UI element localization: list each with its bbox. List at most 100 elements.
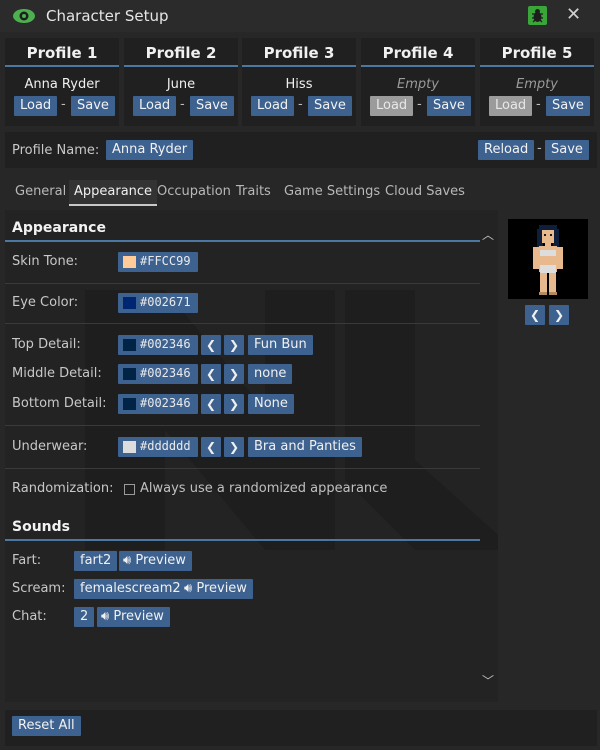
top-detail-hex: #002346: [140, 337, 191, 351]
middle-detail-color-button[interactable]: #002346: [118, 364, 198, 384]
bottom-detail-hex: #002346: [140, 396, 191, 410]
preview-label: Preview: [135, 553, 186, 568]
tab-traits[interactable]: Traits: [236, 180, 271, 206]
footer-bar: Reset All: [5, 710, 597, 746]
tab-occupation[interactable]: Occupation: [157, 180, 231, 206]
preview-label: Preview: [196, 581, 247, 596]
profile-title: Profile 5: [480, 38, 594, 67]
separator: -: [417, 97, 422, 112]
eye-color-hex: #002671: [140, 295, 191, 309]
profile-name: June: [166, 77, 196, 92]
profile-card-2: Profile 2 June Load - Save: [124, 38, 238, 126]
save-button[interactable]: Save: [190, 96, 234, 116]
appearance-panel: ︿ Appearance Skin Tone: #FFCC99 Eye Colo…: [5, 210, 498, 702]
skin-tone-color-button[interactable]: #FFCC99: [118, 252, 198, 272]
randomize-checkbox-label[interactable]: Always use a randomized appearance: [140, 481, 387, 496]
load-button[interactable]: Load: [14, 96, 58, 116]
profile-name-row: Profile Name: Anna Ryder Reload - Save: [5, 132, 597, 168]
divider: [5, 283, 480, 284]
tab-appearance[interactable]: Appearance: [69, 180, 158, 206]
scream-sound-select[interactable]: femalescream2: [74, 579, 187, 599]
chat-preview-button[interactable]: 🔊︎ Preview: [97, 607, 170, 627]
profile-name-field[interactable]: Anna Ryder: [106, 140, 194, 160]
chat-label: Chat:: [12, 609, 47, 624]
separator: -: [537, 141, 542, 156]
fart-sound-select[interactable]: fart2: [74, 551, 118, 571]
load-button-disabled: Load: [489, 96, 533, 116]
chevron-right-icon[interactable]: ❯: [224, 364, 244, 384]
eye-color-button[interactable]: #002671: [118, 293, 198, 313]
profile-card-3: Profile 3 Hiss Load - Save: [242, 38, 356, 126]
underwear-color-button[interactable]: #dddddd: [118, 437, 198, 457]
middle-detail-option[interactable]: none: [248, 364, 293, 384]
underwear-option[interactable]: Bra and Panties: [248, 437, 362, 457]
bottom-detail-label: Bottom Detail:: [12, 396, 107, 411]
profile-title: Profile 3: [242, 38, 356, 67]
preview-label: Preview: [113, 609, 164, 624]
chevron-right-icon[interactable]: ❯: [224, 394, 244, 414]
middle-detail-label: Middle Detail:: [12, 366, 102, 381]
chat-sound-select[interactable]: 2: [74, 607, 95, 627]
color-swatch: [123, 368, 136, 380]
character-sprite: [533, 225, 563, 295]
underwear-hex: #dddddd: [140, 439, 191, 453]
separator: -: [180, 97, 185, 112]
profile-title: Profile 1: [5, 38, 119, 67]
chevron-right-icon[interactable]: ❯: [224, 335, 244, 355]
eye-icon: [13, 9, 35, 23]
divider: [5, 425, 480, 426]
section-divider: [5, 539, 480, 541]
speaker-icon: 🔊︎: [101, 609, 114, 624]
divider: [5, 323, 480, 324]
save-button[interactable]: Save: [546, 96, 590, 116]
fart-preview-button[interactable]: 🔊︎ Preview: [119, 551, 192, 571]
randomization-label: Randomization:: [12, 481, 114, 496]
section-divider: [5, 240, 480, 242]
skin-tone-hex: #FFCC99: [140, 254, 191, 268]
tab-general[interactable]: General: [15, 180, 66, 206]
chevron-right-icon[interactable]: ❯: [224, 437, 244, 457]
load-button[interactable]: Load: [251, 96, 295, 116]
chevron-left-icon[interactable]: ❮: [201, 437, 221, 457]
bottom-detail-option[interactable]: None: [248, 394, 294, 414]
top-detail-label: Top Detail:: [12, 337, 81, 352]
divider: [5, 468, 480, 469]
top-detail-color-button[interactable]: #002346: [118, 335, 198, 355]
tab-cloud-saves[interactable]: Cloud Saves: [385, 180, 465, 206]
reset-all-button[interactable]: Reset All: [12, 716, 81, 736]
reload-button[interactable]: Reload: [478, 140, 535, 160]
rotate-left-icon[interactable]: ❮: [525, 305, 545, 325]
save-button[interactable]: Save: [71, 96, 115, 116]
middle-detail-hex: #002346: [140, 366, 191, 380]
chevron-left-icon[interactable]: ❮: [201, 364, 221, 384]
save-button[interactable]: Save: [427, 96, 471, 116]
speaker-icon: 🔊︎: [184, 581, 197, 596]
top-detail-option[interactable]: Fun Bun: [248, 335, 313, 355]
scroll-down-icon[interactable]: ﹀: [482, 672, 494, 689]
save-profile-button[interactable]: Save: [545, 140, 589, 160]
skin-tone-label: Skin Tone:: [12, 254, 79, 269]
bottom-detail-color-button[interactable]: #002346: [118, 394, 198, 414]
rotate-right-icon[interactable]: ❯: [549, 305, 569, 325]
scroll-up-icon[interactable]: ︿: [482, 226, 494, 243]
profile-title: Profile 2: [124, 38, 238, 67]
chevron-left-icon[interactable]: ❮: [201, 335, 221, 355]
profile-name: Empty: [397, 77, 439, 92]
color-swatch: [123, 441, 136, 453]
load-button[interactable]: Load: [133, 96, 177, 116]
bug-report-icon[interactable]: [528, 6, 547, 25]
profile-name-label: Profile Name:: [12, 143, 100, 158]
load-button-disabled: Load: [370, 96, 414, 116]
tab-game-settings[interactable]: Game Settings: [284, 180, 380, 206]
separator: -: [61, 97, 66, 112]
profile-card-5: Profile 5 Empty Load - Save: [480, 38, 594, 126]
separator: -: [298, 97, 303, 112]
color-swatch: [123, 297, 136, 309]
profile-name: Anna Ryder: [24, 77, 100, 92]
scream-preview-button[interactable]: 🔊︎ Preview: [180, 579, 253, 599]
save-button[interactable]: Save: [308, 96, 352, 116]
chevron-left-icon[interactable]: ❮: [201, 394, 221, 414]
randomize-checkbox[interactable]: [124, 484, 135, 495]
close-icon[interactable]: ✕: [566, 4, 581, 25]
profile-card-1: Profile 1 Anna Ryder Load - Save: [5, 38, 119, 126]
